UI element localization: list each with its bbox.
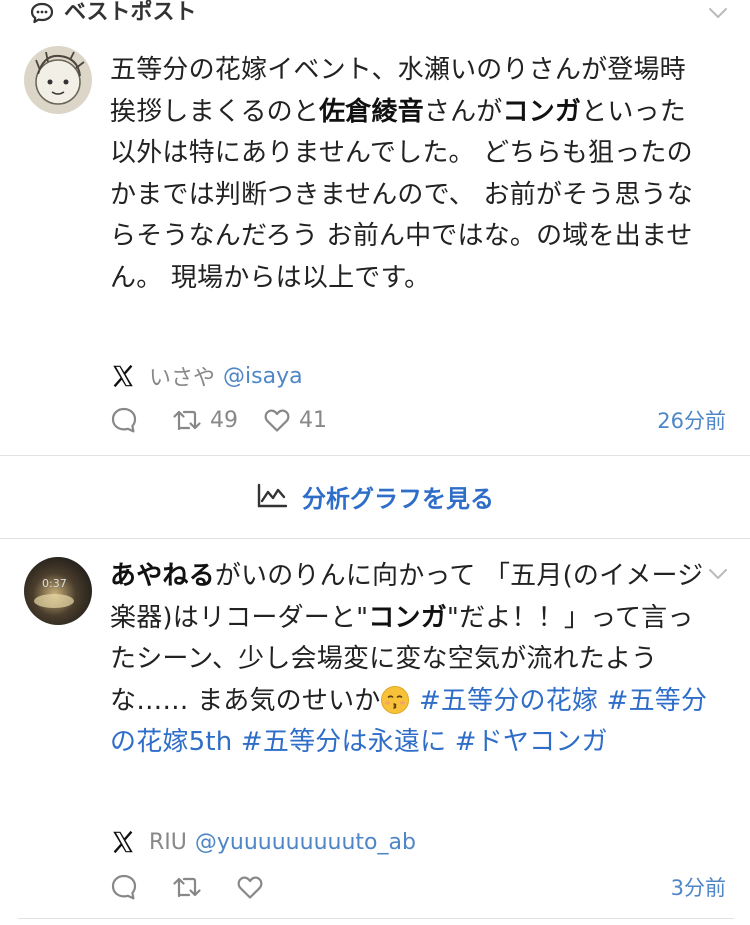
post-time[interactable]: 3分前 <box>671 872 726 902</box>
author-handle[interactable]: @yuuuuuuuuuto_ab <box>195 830 416 855</box>
post-actions: 3分前 <box>110 870 726 904</box>
reply-icon <box>111 407 137 433</box>
chevron-down-icon[interactable] <box>708 567 728 581</box>
reply-icon <box>111 874 137 900</box>
post-card[interactable]: 0:37 あやねるがいのりんに向かって 「五月(のイメージ楽器)はリコーダーと"… <box>0 539 750 925</box>
hashtag[interactable]: #ドヤコンガ <box>455 727 608 757</box>
like-button[interactable]: 41 <box>263 403 327 437</box>
post-author[interactable]: RIU @yuuuuuuuuuto_ab <box>110 827 416 857</box>
like-icon <box>237 876 263 899</box>
x-logo-icon <box>113 364 133 388</box>
keyword-bold: コンガ <box>368 602 447 633</box>
repost-button[interactable]: 49 <box>172 403 238 437</box>
author-name: RIU <box>149 829 187 855</box>
mention-bold: 佐倉綾音 <box>319 96 424 127</box>
author-name: いさや <box>149 366 216 391</box>
avatar-timestamp: 0:37 <box>42 577 67 590</box>
mention-bold: あやねる <box>110 561 215 591</box>
post-card[interactable]: 五等分の花嫁イベント、水瀬いのりさんが登場時挨拶しまくるのと佐倉綾音さんがコンガ… <box>0 0 750 455</box>
repost-icon <box>173 877 201 898</box>
avatar-photo: 0:37 <box>24 557 92 625</box>
analytics-label: 分析グラフを見る <box>302 484 494 513</box>
avatar[interactable]: 0:37 <box>24 557 92 625</box>
repost-button[interactable] <box>172 870 210 904</box>
avatar-illustration <box>24 46 92 114</box>
like-count: 41 <box>299 407 327 433</box>
like-icon <box>264 409 290 432</box>
reply-button[interactable] <box>110 870 146 904</box>
chart-icon <box>257 483 288 508</box>
divider <box>0 455 750 456</box>
kissing-emoji-icon <box>381 685 410 714</box>
hashtag[interactable]: #五等分は永遠に <box>241 727 446 757</box>
x-logo-icon <box>113 830 133 854</box>
post-time[interactable]: 26分前 <box>657 405 726 435</box>
avatar[interactable] <box>24 46 92 114</box>
divider <box>18 918 734 919</box>
like-button[interactable] <box>236 870 272 904</box>
post-actions: 49 41 26分前 <box>110 403 726 437</box>
repost-count: 49 <box>210 407 238 433</box>
post-author[interactable]: いさや @isaya <box>110 361 303 391</box>
keyword-bold: コンガ <box>502 96 582 127</box>
author-handle[interactable]: @isaya <box>223 364 303 389</box>
hashtag[interactable]: #五等分の花嫁 <box>419 686 598 716</box>
reply-button[interactable] <box>110 403 146 437</box>
post-text: あやねるがいのりんに向かって 「五月(のイメージ楽器)はリコーダーと"コンガ"だ… <box>110 561 708 758</box>
post-text: 五等分の花嫁イベント、水瀬いのりさんが登場時挨拶しまくるのと佐倉綾音さんがコンガ… <box>110 55 694 293</box>
repost-icon <box>173 410 201 431</box>
analytics-link[interactable]: 分析グラフを見る <box>0 466 750 526</box>
